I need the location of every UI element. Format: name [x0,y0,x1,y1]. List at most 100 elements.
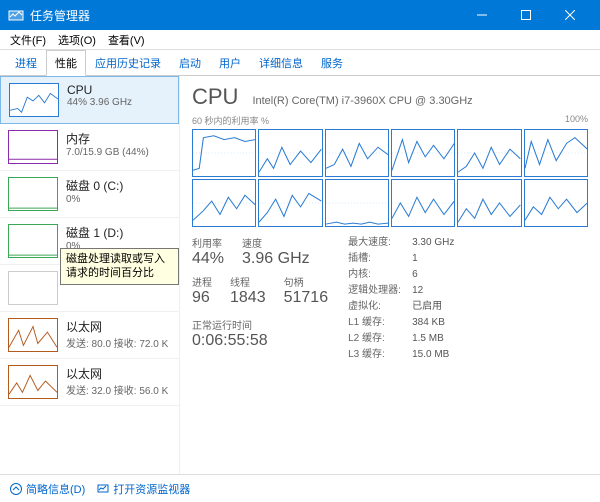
sidebar-item-sub: 发送: 32.0 接收: 56.0 K [66,382,168,397]
close-button[interactable] [548,0,592,30]
maximize-button[interactable] [504,0,548,30]
stat-val: 15.0 MB [412,347,449,363]
tab-app-history[interactable]: 应用历史记录 [86,50,170,76]
stat-row: 最大速度:3.30 GHz [348,235,454,251]
cpu-core-chart [325,179,389,227]
stat-row: 虚拟化:已启用 [348,299,454,315]
cpu-core-chart [258,129,322,177]
sidebar-item-label: 磁盘 1 (D:) [66,224,123,241]
monitor-icon [97,483,109,495]
blank-thumb-icon [8,271,58,305]
sidebar-item-ethernet-2[interactable]: 以太网发送: 32.0 接收: 56.0 K [0,359,179,406]
stat-key: 插槽: [348,251,412,267]
tab-processes[interactable]: 进程 [6,50,46,76]
menubar: 文件(F) 选项(O) 查看(V) [0,30,600,50]
sidebar-item-label: 以太网 [66,365,168,382]
proc-value: 96 [192,289,212,307]
uptime-label: 正常运行时间 [192,317,328,332]
stat-val: 6 [412,267,418,283]
disk-thumb-icon [8,224,58,258]
less-details-link[interactable]: 简略信息(D) [10,481,85,497]
menu-view[interactable]: 查看(V) [102,30,151,50]
app-icon [8,7,24,23]
stat-key: 虚拟化: [348,299,412,315]
sidebar-item-disk-1[interactable]: 磁盘 1 (D:)0% 磁盘处理读取或写入请求的时间百分比 [0,218,179,265]
cpu-thumb-icon [9,83,59,117]
cpu-core-chart [258,179,322,227]
sidebar: CPU44% 3.96 GHz 内存7.0/15.9 GB (44%) 磁盘 0… [0,76,180,474]
stat-row: 插槽:1 [348,251,454,267]
stat-val: 12 [412,283,423,299]
chart-label-right: 100% [565,114,588,127]
cpu-core-chart [524,179,588,227]
sidebar-item-memory[interactable]: 内存7.0/15.9 GB (44%) [0,124,179,171]
menu-file[interactable]: 文件(F) [4,30,52,50]
stat-row: 内核:6 [348,267,454,283]
disk-thumb-icon [8,177,58,211]
speed-label: 速度 [242,235,310,250]
tab-users[interactable]: 用户 [210,50,250,76]
stat-val: 1.5 MB [412,331,444,347]
chart-label-left: 60 秒内的利用率 % [192,114,269,127]
tab-strip: 进程 性能 应用历史记录 启动 用户 详细信息 服务 [0,50,600,76]
sidebar-item-cpu[interactable]: CPU44% 3.96 GHz [0,76,179,124]
stat-val: 1 [412,251,418,267]
tooltip: 磁盘处理读取或写入请求的时间百分比 [60,248,179,285]
tab-startup[interactable]: 启动 [170,50,210,76]
sidebar-item-sub: 7.0/15.9 GB (44%) [66,147,149,158]
window-title: 任务管理器 [30,7,460,24]
handle-label: 句柄 [284,274,329,289]
menu-options[interactable]: 选项(O) [52,30,102,50]
sidebar-item-sub: 发送: 80.0 接收: 72.0 K [66,335,168,350]
stat-key: 内核: [348,267,412,283]
sidebar-item-label: CPU [67,83,132,97]
cpu-chart-grid[interactable] [192,129,588,227]
stat-row: 逻辑处理器:12 [348,283,454,299]
titlebar: 任务管理器 [0,0,600,30]
thread-value: 1843 [230,289,266,307]
cpu-core-chart [192,179,256,227]
sidebar-item-sub: 0% [66,194,123,205]
page-title: CPU [192,84,238,110]
resource-monitor-label: 打开资源监视器 [113,481,190,497]
stat-key: L2 缓存: [348,331,412,347]
stat-row: L2 缓存:1.5 MB [348,331,454,347]
minimize-button[interactable] [460,0,504,30]
sidebar-item-disk-0[interactable]: 磁盘 0 (C:)0% [0,171,179,218]
sidebar-item-ethernet-1[interactable]: 以太网发送: 80.0 接收: 72.0 K [0,312,179,359]
tab-details[interactable]: 详细信息 [250,50,312,76]
speed-value: 3.96 GHz [242,250,310,268]
stat-row: L1 缓存:384 KB [348,315,454,331]
stat-val: 384 KB [412,315,445,331]
sidebar-item-label: 内存 [66,130,149,147]
memory-thumb-icon [8,130,58,164]
stat-key: L3 缓存: [348,347,412,363]
stat-row: L3 缓存:15.0 MB [348,347,454,363]
stats-left: 利用率44% 速度3.96 GHz 进程96 线程1843 句柄51716 正常… [192,235,328,363]
stat-val: 3.30 GHz [412,235,454,251]
ethernet-thumb-icon [8,318,58,352]
cpu-core-chart [457,129,521,177]
stat-key: 逻辑处理器: [348,283,412,299]
cpu-core-chart [391,179,455,227]
stats-right: 最大速度:3.30 GHz插槽:1内核:6逻辑处理器:12虚拟化:已启用L1 缓… [348,235,454,363]
ethernet-thumb-icon [8,365,58,399]
thread-label: 线程 [230,274,266,289]
cpu-model: Intel(R) Core(TM) i7-3960X CPU @ 3.30GHz [252,95,472,107]
uptime-value: 0:06:55:58 [192,332,328,350]
tab-services[interactable]: 服务 [312,50,352,76]
stat-key: 最大速度: [348,235,412,251]
proc-label: 进程 [192,274,212,289]
util-label: 利用率 [192,235,224,250]
sidebar-item-label: 以太网 [66,318,168,335]
tab-performance[interactable]: 性能 [46,50,86,76]
sidebar-item-label: 磁盘 0 (C:) [66,177,123,194]
sidebar-item-sub: 44% 3.96 GHz [67,97,132,108]
cpu-core-chart [457,179,521,227]
stat-val: 已启用 [412,299,442,315]
less-details-label: 简略信息(D) [26,481,85,497]
cpu-core-chart [524,129,588,177]
chevron-up-icon [10,483,22,495]
resource-monitor-link[interactable]: 打开资源监视器 [97,481,190,497]
main-panel: CPU Intel(R) Core(TM) i7-3960X CPU @ 3.3… [180,76,600,474]
